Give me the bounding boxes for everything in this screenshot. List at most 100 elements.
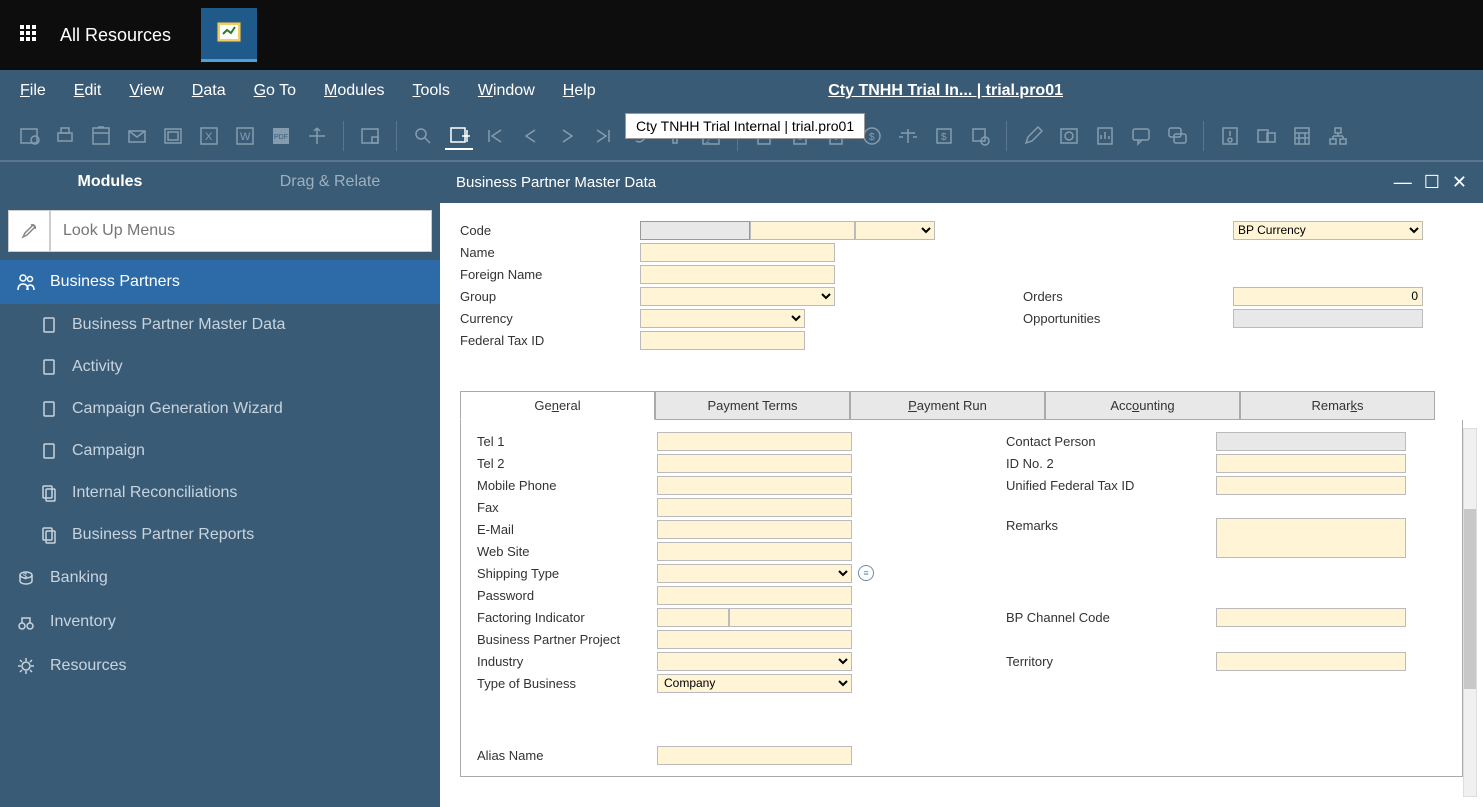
toolbar-calc-icon[interactable] (1288, 122, 1316, 150)
toolbar-print-icon[interactable] (51, 122, 79, 150)
nav-group-banking[interactable]: $ Banking (0, 556, 440, 600)
input-website[interactable] (657, 542, 852, 561)
input-code[interactable] (750, 221, 855, 240)
toolbar-window-icon[interactable] (159, 122, 187, 150)
input-bp-channel[interactable] (1216, 608, 1406, 627)
toolbar-money2-icon[interactable]: $ (930, 122, 958, 150)
toolbar-preview-icon[interactable] (15, 122, 43, 150)
input-bp-project[interactable] (657, 630, 852, 649)
input-factoring-1[interactable] (657, 608, 729, 627)
toolbar-pdf-icon[interactable]: PDF (267, 122, 295, 150)
tab-accounting[interactable]: Accounting (1045, 391, 1240, 420)
maximize-icon[interactable]: ☐ (1424, 172, 1440, 193)
input-orders[interactable] (1233, 287, 1423, 306)
toolbar-add-icon[interactable] (445, 122, 473, 150)
input-tel2[interactable] (657, 454, 852, 473)
toolbar-excel-icon[interactable]: X (195, 122, 223, 150)
nav-business-partners[interactable]: Business Partners (0, 260, 440, 304)
sidebar-tab-modules[interactable]: Modules (0, 162, 220, 202)
input-opportunities[interactable] (1233, 309, 1423, 328)
toolbar-edit-icon[interactable] (1019, 122, 1047, 150)
top-bar: All Resources (0, 0, 1483, 70)
input-email[interactable] (657, 520, 852, 539)
toolbar-lock-icon[interactable] (356, 122, 384, 150)
toolbar-chat-icon[interactable] (1127, 122, 1155, 150)
input-territory[interactable] (1216, 652, 1406, 671)
toolbar-report-icon[interactable] (1091, 122, 1119, 150)
menu-modules[interactable]: Modules (324, 82, 384, 100)
nav-item-bp-reports[interactable]: Business Partner Reports (0, 514, 440, 556)
menu-data[interactable]: Data (192, 82, 226, 100)
input-code-type[interactable] (640, 221, 750, 240)
menu-window[interactable]: Window (478, 82, 535, 100)
select-shipping[interactable] (657, 564, 852, 583)
tab-payment-run[interactable]: Payment Run (850, 391, 1045, 420)
apps-grid-icon[interactable] (20, 25, 40, 45)
select-bp-currency[interactable]: BP Currency (1233, 221, 1423, 240)
label-name: Name (460, 245, 640, 260)
select-code-suffix[interactable] (855, 221, 935, 240)
menu-tools[interactable]: Tools (412, 82, 449, 100)
tab-general[interactable]: General (460, 391, 655, 420)
toolbar-alert-icon[interactable] (1216, 122, 1244, 150)
input-contact-person[interactable] (1216, 432, 1406, 451)
search-input[interactable] (50, 210, 432, 252)
toolbar-link-icon[interactable] (1252, 122, 1280, 150)
input-foreign-name[interactable] (640, 265, 835, 284)
input-idno2[interactable] (1216, 454, 1406, 473)
toolbar-find-icon[interactable] (409, 122, 437, 150)
tab-payment-terms[interactable]: Payment Terms (655, 391, 850, 420)
input-alias[interactable] (657, 746, 852, 765)
company-title[interactable]: Cty TNHH Trial In... | trial.pro01 (828, 82, 1063, 100)
select-currency[interactable] (640, 309, 805, 328)
menu-goto[interactable]: Go To (254, 82, 296, 100)
toolbar-prev-icon[interactable] (517, 122, 545, 150)
menu-file[interactable]: File (20, 82, 46, 100)
search-tool-icon[interactable] (8, 210, 50, 252)
sidebar-tab-dragrelate[interactable]: Drag & Relate (220, 162, 440, 202)
menu-edit[interactable]: Edit (74, 82, 102, 100)
input-unified-tax[interactable] (1216, 476, 1406, 495)
minimize-icon[interactable]: — (1394, 172, 1412, 193)
toolbar-word-icon[interactable]: W (231, 122, 259, 150)
app-icon[interactable] (201, 8, 257, 62)
input-factoring-2[interactable] (729, 608, 852, 627)
toolbar-scale-icon[interactable] (894, 122, 922, 150)
toolbar-layout-icon[interactable] (87, 122, 115, 150)
nav-item-campaign-wizard[interactable]: Campaign Generation Wizard (0, 388, 440, 430)
label-fax: Fax (477, 500, 657, 515)
menu-view[interactable]: View (129, 82, 163, 100)
input-remarks[interactable] (1216, 518, 1406, 558)
shipping-indicator-icon[interactable]: ≡ (858, 565, 874, 581)
close-icon[interactable]: ✕ (1452, 172, 1467, 193)
input-tel1[interactable] (657, 432, 852, 451)
nav-item-campaign[interactable]: Campaign (0, 430, 440, 472)
toolbar-move-icon[interactable] (303, 122, 331, 150)
input-federal-tax-id[interactable] (640, 331, 805, 350)
toolbar-chat2-icon[interactable] (1163, 122, 1191, 150)
nav-item-bp-master-data[interactable]: Business Partner Master Data (0, 304, 440, 346)
input-name[interactable] (640, 243, 835, 262)
toolbar-next-icon[interactable] (553, 122, 581, 150)
toolbar-first-icon[interactable] (481, 122, 509, 150)
toolbar-email-icon[interactable] (123, 122, 151, 150)
select-industry[interactable] (657, 652, 852, 671)
menu-help[interactable]: Help (563, 82, 596, 100)
toolbar-last-icon[interactable] (589, 122, 617, 150)
nav-item-internal-reconciliations[interactable]: Internal Reconciliations (0, 472, 440, 514)
select-type-business[interactable]: Company (657, 674, 852, 693)
tab-remarks[interactable]: Remarks (1240, 391, 1435, 420)
scrollbar[interactable] (1463, 428, 1477, 797)
input-mobile[interactable] (657, 476, 852, 495)
nav-item-activity[interactable]: Activity (0, 346, 440, 388)
select-group[interactable] (640, 287, 835, 306)
all-resources-label[interactable]: All Resources (60, 25, 171, 46)
input-fax[interactable] (657, 498, 852, 517)
label-shipping: Shipping Type (477, 566, 657, 581)
input-password[interactable] (657, 586, 852, 605)
nav-group-resources[interactable]: Resources (0, 644, 440, 688)
toolbar-tree-icon[interactable] (1324, 122, 1352, 150)
toolbar-settings-icon[interactable] (1055, 122, 1083, 150)
nav-group-inventory[interactable]: Inventory (0, 600, 440, 644)
toolbar-search2-icon[interactable] (966, 122, 994, 150)
